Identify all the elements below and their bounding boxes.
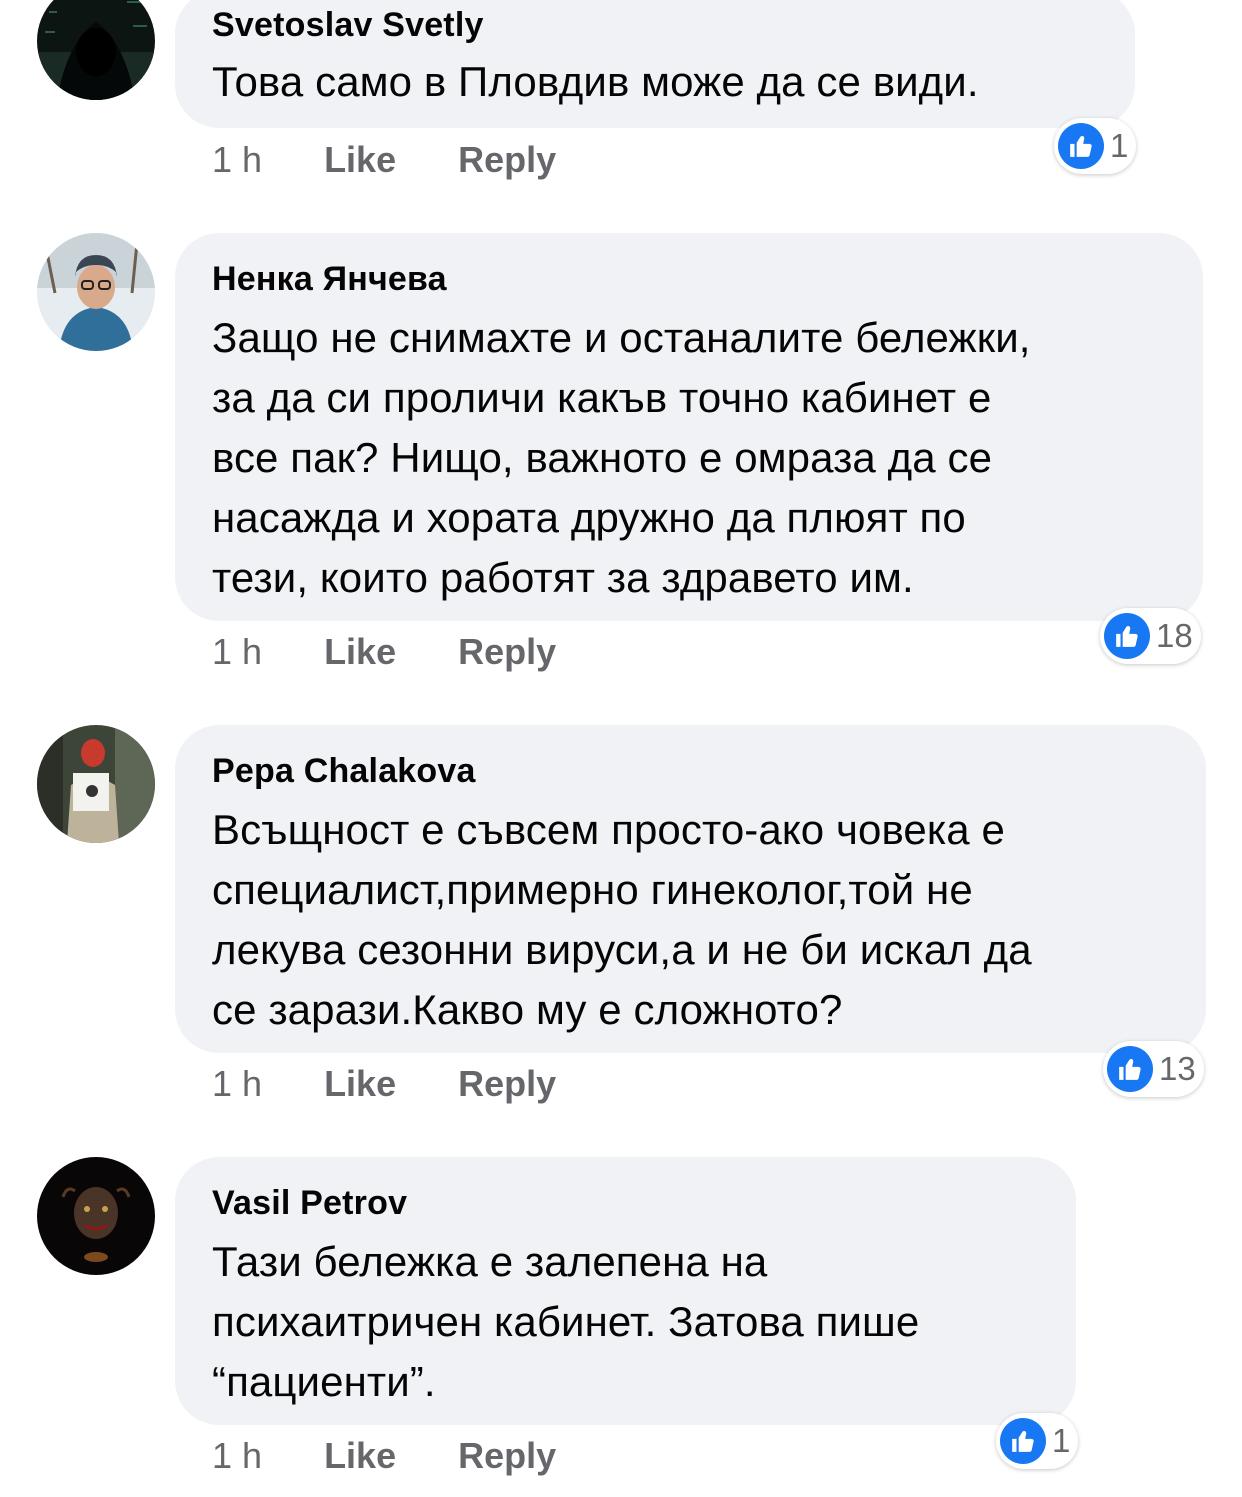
comment-text-line: се зарази.Какво му е сложното? [212, 986, 843, 1033]
like-button[interactable]: Like [324, 1435, 396, 1477]
reaction-summary[interactable]: 1 [1054, 118, 1137, 174]
like-button[interactable]: Like [324, 139, 396, 181]
comment-text-line: за да си проличи какъв точно кабинет е [212, 374, 992, 421]
comment-text: Тази бележка е залепена на психаитричен … [212, 1232, 1056, 1412]
comment-text-line: Това само в Пловдив може да се види. [212, 58, 979, 105]
comment-text-line: психаитричен кабинет. Затова пише [212, 1298, 920, 1345]
hooded-figure-avatar-image [37, 0, 155, 100]
thumbs-up-icon [1000, 1418, 1046, 1464]
reply-button[interactable]: Reply [458, 1063, 556, 1105]
reaction-count: 1 [1052, 1422, 1071, 1459]
comment-actions: 1 h Like Reply [212, 1435, 556, 1477]
comment-bubble: Ненка Янчева Защо не снимахте и останали… [175, 233, 1203, 621]
reaction-summary[interactable]: 13 [1103, 1041, 1204, 1097]
comment-text-line: специалист,примерно гинеколог,той не [212, 866, 973, 913]
comment-bubble: Vasil Petrov Тази бележка е залепена на … [175, 1157, 1076, 1425]
reaction-summary[interactable]: 1 [996, 1413, 1079, 1469]
thumbs-up-icon [1107, 1046, 1153, 1092]
comment-text: Защо не снимахте и останалите бележки, з… [212, 308, 1183, 608]
comment-actions: 1 h Like Reply [212, 631, 556, 673]
reaction-count: 13 [1159, 1050, 1196, 1087]
clown-avatar-image [37, 1157, 155, 1275]
comment-actions: 1 h Like Reply [212, 1063, 556, 1105]
comment-bubble: Svetoslav Svetly Това само в Пловдив мож… [175, 0, 1135, 128]
reaction-count: 18 [1156, 617, 1193, 654]
comment-timestamp[interactable]: 1 h [212, 631, 262, 673]
comment-text-line: все пак? Нищо, важното е омраза да се [212, 434, 993, 481]
avatar[interactable] [37, 233, 155, 351]
avatar[interactable] [37, 0, 155, 100]
comment-text: Всъщност е съвсем просто-ако човека е сп… [212, 800, 1186, 1040]
comment-actions: 1 h Like Reply [212, 139, 556, 181]
woman-with-sign-avatar-image [37, 725, 155, 843]
reaction-summary[interactable]: 18 [1100, 608, 1201, 664]
comment-text-line: “пациенти”. [212, 1358, 436, 1405]
comment-timestamp[interactable]: 1 h [212, 1435, 262, 1477]
woman-avatar-image [37, 233, 155, 351]
comment-bubble: Pepa Chalakova Всъщност е съвсем просто-… [175, 725, 1206, 1053]
thumbs-up-icon [1104, 613, 1150, 659]
thumbs-up-icon [1058, 123, 1104, 169]
reply-button[interactable]: Reply [458, 1435, 556, 1477]
like-button[interactable]: Like [324, 1063, 396, 1105]
comment-author[interactable]: Pepa Chalakova [212, 752, 476, 791]
comment-author[interactable]: Svetoslav Svetly [212, 6, 484, 45]
reply-button[interactable]: Reply [458, 139, 556, 181]
comment-text-line: тези, които работят за здравето им. [212, 554, 914, 601]
comments-list: Svetoslav Svetly Това само в Пловдив мож… [0, 0, 1242, 1497]
comment-text: Това само в Пловдив може да се види. [212, 52, 1115, 112]
comment-text-line: лекува сезонни вируси,а и не би искал да [212, 926, 1032, 973]
comment-timestamp[interactable]: 1 h [212, 1063, 262, 1105]
reply-button[interactable]: Reply [458, 631, 556, 673]
comment-text-line: Защо не снимахте и останалите бележки, [212, 314, 1031, 361]
avatar[interactable] [37, 725, 155, 843]
like-button[interactable]: Like [324, 631, 396, 673]
comment-text-line: Тази бележка е залепена на [212, 1238, 768, 1285]
comment-text-line: Всъщност е съвсем просто-ако човека е [212, 806, 1005, 853]
reaction-count: 1 [1110, 127, 1129, 164]
avatar[interactable] [37, 1157, 155, 1275]
comment-author[interactable]: Vasil Petrov [212, 1184, 407, 1223]
comment-author[interactable]: Ненка Янчева [212, 260, 447, 299]
comment-text-line: насажда и хората дружно да плюят по [212, 494, 966, 541]
comment-timestamp[interactable]: 1 h [212, 139, 262, 181]
